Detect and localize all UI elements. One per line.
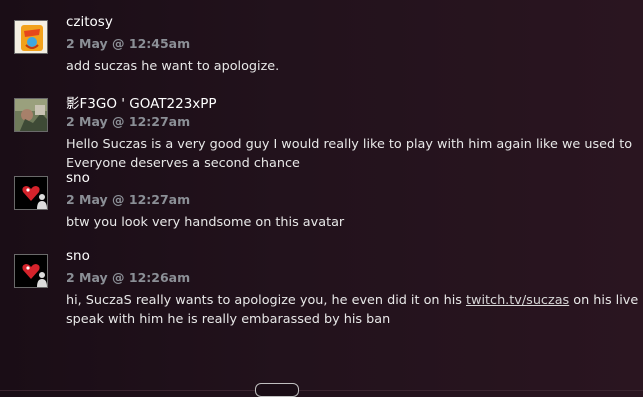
comment-text-line: btw you look very handsome on this avata… bbox=[66, 215, 345, 230]
comment: sno 2 May @ 12:26am hi, SuczaS really wa… bbox=[14, 248, 643, 329]
comment-author[interactable]: 影F3GO ' GOAT223xPP bbox=[66, 92, 217, 112]
comment-timestamp: 2 May @ 12:27am bbox=[66, 192, 191, 207]
comment-author[interactable]: sno bbox=[66, 248, 90, 264]
comment: sno 2 May @ 12:27am btw you look very ha… bbox=[14, 170, 637, 248]
comment-text-line: hi, SuczaS really wants to apologize you… bbox=[66, 291, 643, 310]
comment: czitosy 2 May @ 12:45am add suczas he wa… bbox=[14, 14, 637, 92]
comment-text-segment: hi, SuczaS really wants to apologize you… bbox=[66, 293, 466, 308]
cheetos-avatar-icon[interactable] bbox=[14, 20, 48, 54]
photo-avatar-icon[interactable] bbox=[14, 98, 48, 132]
comment-text-line: add suczas he want to apologize. bbox=[66, 59, 280, 74]
comment-text: btw you look very handsome on this avata… bbox=[66, 213, 637, 232]
comment-text-line: Hello Suczas is a very good guy I would … bbox=[66, 137, 633, 152]
comment-author[interactable]: czitosy bbox=[66, 14, 113, 30]
red-heart-avatar-icon[interactable] bbox=[14, 176, 48, 210]
comment-text: add suczas he want to apologize. bbox=[66, 57, 637, 76]
red-heart-avatar-icon[interactable] bbox=[14, 254, 48, 288]
comment-timestamp: 2 May @ 12:27am bbox=[66, 114, 191, 129]
comment-thread: czitosy 2 May @ 12:45am add suczas he wa… bbox=[14, 14, 643, 329]
pagination-control[interactable] bbox=[255, 383, 299, 397]
comment-text-line: speak with him he is really embarassed b… bbox=[66, 312, 391, 327]
comment-text: Hello Suczas is a very good guy I would … bbox=[66, 135, 637, 173]
twitch-link[interactable]: twitch.tv/suczas bbox=[466, 293, 569, 308]
comment-text: hi, SuczaS really wants to apologize you… bbox=[66, 291, 643, 329]
comment-timestamp: 2 May @ 12:26am bbox=[66, 270, 191, 285]
comment-text-segment: on his live now, bbox=[573, 293, 643, 308]
comment: 影F3GO ' GOAT223xPP 2 May @ 12:27am Hello… bbox=[14, 92, 637, 173]
comment-author[interactable]: sno bbox=[66, 170, 90, 186]
comment-timestamp: 2 May @ 12:45am bbox=[66, 36, 191, 51]
